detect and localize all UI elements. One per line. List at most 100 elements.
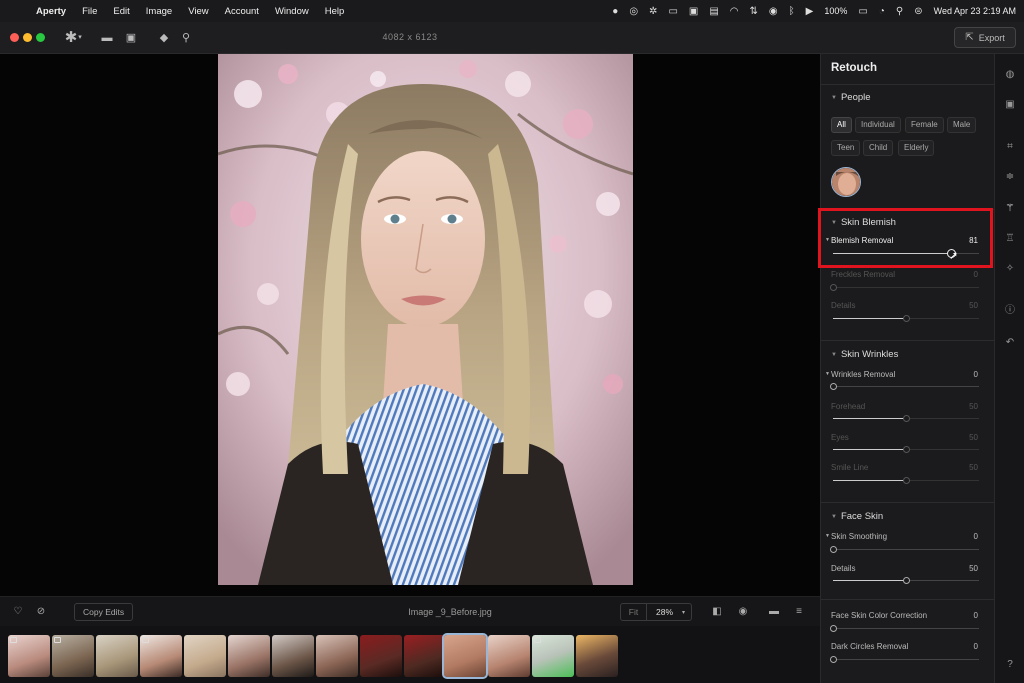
wrinkles-removal-slider[interactable] — [830, 383, 979, 390]
slider-knob[interactable] — [830, 625, 837, 632]
help-icon[interactable]: ? — [1003, 658, 1017, 672]
sort-icon[interactable]: ≡ — [792, 605, 806, 619]
dark-circles-removal-slider[interactable] — [830, 656, 979, 663]
chevron-down-icon[interactable]: ▾ — [682, 609, 685, 616]
filmstrip-thumbnail[interactable] — [404, 635, 446, 677]
section-face-skin[interactable]: ▼ Face Skin — [831, 511, 883, 522]
wifi-icon[interactable]: ◔ — [879, 6, 885, 17]
disclosure-icon[interactable]: ▼ — [825, 371, 830, 377]
filmstrip-thumbnail-selected[interactable] — [442, 633, 488, 679]
keyboard-icon[interactable]: ▤ — [709, 6, 718, 17]
menu-clock[interactable]: Wed Apr 23 2:19 AM — [934, 6, 1016, 16]
zoom-control[interactable]: Fit 28% ▾ — [620, 603, 692, 621]
slider-knob[interactable] — [903, 577, 910, 584]
blemish-details-slider[interactable] — [833, 315, 979, 322]
face-details-slider[interactable] — [833, 577, 979, 584]
effects-icon[interactable]: ✧ — [1003, 262, 1017, 276]
menu-account[interactable]: Account — [217, 6, 267, 17]
slider-knob[interactable] — [830, 284, 837, 291]
slider-value[interactable]: 0 — [974, 532, 978, 541]
compare-icon[interactable]: ◧ — [710, 605, 724, 619]
fit-button[interactable]: Fit — [621, 604, 647, 620]
slider-value[interactable]: 50 — [969, 463, 978, 472]
people-chip-all[interactable]: All — [831, 117, 852, 133]
image-icon[interactable]: ▣ — [689, 6, 698, 17]
people-chip-child[interactable]: Child — [863, 140, 894, 156]
menu-window[interactable]: Window — [267, 6, 317, 17]
copy-edits-button[interactable]: Copy Edits — [74, 603, 134, 621]
slider-value[interactable]: 50 — [969, 402, 978, 411]
slider-value[interactable]: 50 — [969, 433, 978, 442]
portrait-photo[interactable] — [218, 54, 633, 585]
filmstrip-thumbnail[interactable] — [184, 635, 226, 677]
reject-icon[interactable]: ⊘ — [34, 605, 48, 619]
slider-knob[interactable] — [903, 315, 910, 322]
zoom-value[interactable]: 28% — [647, 607, 682, 617]
menu-file[interactable]: File — [74, 6, 105, 17]
people-chip-individual[interactable]: Individual — [855, 117, 901, 133]
slider-value[interactable]: 50 — [969, 564, 978, 573]
menu-image[interactable]: Image — [138, 6, 180, 17]
eyes-slider[interactable] — [833, 446, 979, 453]
filmstrip-thumbnail[interactable] — [52, 635, 94, 677]
bluetooth-icon[interactable]: ᛒ — [789, 6, 795, 17]
section-people[interactable]: ▼ People — [831, 92, 871, 103]
record-icon[interactable]: ● — [612, 6, 618, 17]
filmstrip-thumbnail[interactable] — [272, 635, 314, 677]
filmstrip-thumbnail[interactable] — [576, 635, 618, 677]
filmstrip-thumbnail[interactable] — [316, 635, 358, 677]
smile-line-slider[interactable] — [833, 477, 979, 484]
tool-icon[interactable]: ✲ — [649, 6, 657, 17]
people-chip-male[interactable]: Male — [947, 117, 977, 133]
disclosure-icon[interactable]: ▼ — [825, 237, 830, 243]
creative-cloud-icon[interactable]: ◎ — [629, 6, 638, 17]
section-skin-wrinkles[interactable]: ▼ Skin Wrinkles — [831, 349, 898, 360]
menu-view[interactable]: View — [180, 6, 216, 17]
airdrop-icon[interactable]: ◉ — [769, 6, 778, 17]
filmstrip-thumbnail[interactable] — [532, 635, 574, 677]
filmstrip-thumbnail[interactable] — [8, 635, 50, 677]
adjustments-icon[interactable]: ≑ — [1003, 170, 1017, 184]
disclosure-icon[interactable]: ▼ — [825, 533, 830, 539]
arc-icon[interactable]: ◠ — [730, 6, 739, 17]
filmstrip-thumbnail[interactable] — [228, 635, 270, 677]
slider-knob[interactable] — [830, 546, 837, 553]
filmstrip-thumbnail[interactable] — [96, 635, 138, 677]
menu-edit[interactable]: Edit — [105, 6, 137, 17]
transfer-icon[interactable]: ⇅ — [750, 6, 758, 17]
people-chip-female[interactable]: Female — [905, 117, 944, 133]
freckles-removal-slider[interactable] — [830, 284, 979, 291]
app-menu[interactable]: Aperty — [28, 6, 74, 17]
slider-value[interactable]: 0 — [974, 370, 978, 379]
battery-icon[interactable]: ▭ — [858, 6, 867, 17]
slider-knob[interactable] — [903, 415, 910, 422]
retouch-icon[interactable]: ⚚ — [1003, 202, 1017, 216]
people-chip-teen[interactable]: Teen — [831, 140, 861, 156]
filmstrip-toggle-icon[interactable]: ▬ — [767, 605, 781, 619]
forehead-slider[interactable] — [833, 415, 979, 422]
slider-knob[interactable] — [830, 656, 837, 663]
filmstrip-thumbnail[interactable] — [140, 635, 182, 677]
slider-value[interactable]: 0 — [974, 611, 978, 620]
detected-face-avatar[interactable] — [831, 167, 861, 197]
image-canvas[interactable] — [0, 54, 820, 596]
body-icon[interactable]: ♖ — [1003, 232, 1017, 246]
slider-value[interactable]: 81 — [969, 236, 978, 245]
skin-smoothing-slider[interactable] — [830, 546, 979, 553]
color-wheel-icon[interactable]: ◍ — [1003, 68, 1017, 82]
slider-knob[interactable] — [903, 477, 910, 484]
display-icon[interactable]: ▭ — [668, 6, 677, 17]
play-icon[interactable]: ▶ — [806, 6, 814, 17]
section-skin-blemish[interactable]: ▼ Skin Blemish — [831, 217, 896, 228]
people-chip-elderly[interactable]: Elderly — [898, 140, 935, 156]
menu-help[interactable]: Help — [317, 6, 353, 17]
eye-icon[interactable]: ◉ — [736, 605, 750, 619]
slider-value[interactable]: 0 — [974, 642, 978, 651]
undo-icon[interactable]: ↶ — [1003, 336, 1017, 350]
filmstrip-thumbnail[interactable] — [360, 635, 402, 677]
control-center-icon[interactable]: ⊜ — [914, 6, 922, 17]
spotlight-search-icon[interactable]: ⚲ — [896, 6, 903, 17]
info-icon[interactable]: ⓘ — [1003, 304, 1017, 318]
slider-knob[interactable] — [903, 446, 910, 453]
slider-value[interactable]: 0 — [974, 270, 978, 279]
